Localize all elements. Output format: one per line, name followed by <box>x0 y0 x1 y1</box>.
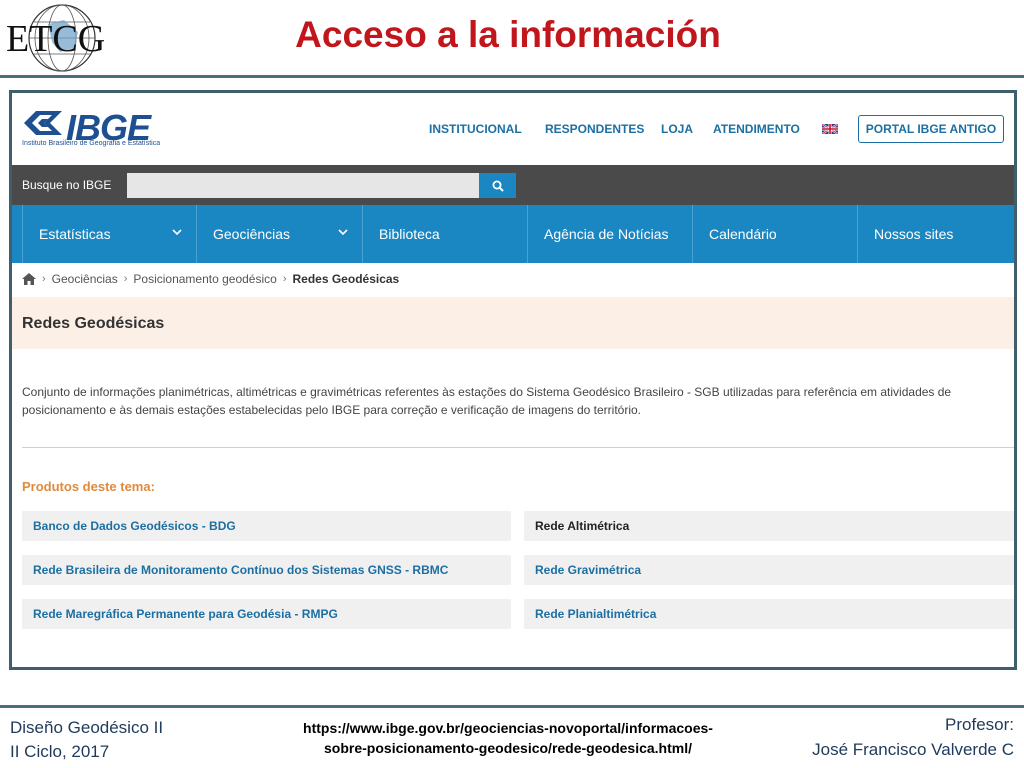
nav-institucional[interactable]: INSTITUCIONAL <box>429 115 522 143</box>
breadcrumb-current: Redes Geodésicas <box>292 272 400 286</box>
breadcrumb-separator-icon: › <box>123 273 128 285</box>
nav-biblioteca-label: Biblioteca <box>379 226 440 242</box>
nav-nossos-sites[interactable]: Nossos sites <box>858 205 1014 263</box>
nav-agencia-label: Agência de Notícias <box>544 226 669 242</box>
footer-professor-label: Profesor: <box>945 715 1014 734</box>
footer-professor-name: José Francisco Valverde C <box>812 740 1014 759</box>
footer-source-url[interactable]: https://www.ibge.gov.br/geociencias-novo… <box>250 718 766 758</box>
ibge-page-screenshot: IBGE Instituto Brasileiro de Geografia e… <box>9 90 1017 670</box>
portal-ibge-antigo-button[interactable]: PORTAL IBGE ANTIGO <box>858 115 1004 143</box>
chevron-down-icon <box>338 229 348 236</box>
home-icon[interactable] <box>22 273 36 285</box>
header-divider <box>0 75 1024 78</box>
footer-url-line1: https://www.ibge.gov.br/geociencias-novo… <box>303 720 713 736</box>
nav-calendario[interactable]: Calendário <box>693 205 858 263</box>
search-label: Busque no IBGE <box>22 178 112 192</box>
main-navigation: Estatísticas Geociências Biblioteca Agên… <box>12 205 1014 263</box>
footer-course: Diseño Geodésico II <box>10 718 164 737</box>
nav-agencia-de-noticias[interactable]: Agência de Notícias <box>528 205 693 263</box>
ibge-logo-subtitle: Instituto Brasileiro de Geografia e Esta… <box>22 140 161 147</box>
ibge-header: IBGE Instituto Brasileiro de Geografia e… <box>12 93 1014 165</box>
search-button[interactable] <box>479 173 516 198</box>
product-link-bdg[interactable]: Banco de Dados Geodésicos - BDG <box>22 511 511 541</box>
nav-loja[interactable]: LOJA <box>661 115 693 143</box>
footer-url-line2: sobre-posicionamento-geodesico/rede-geod… <box>324 740 692 756</box>
nav-calendario-label: Calendário <box>709 226 777 242</box>
search-bar: Busque no IBGE <box>12 165 1014 205</box>
product-link-rbmc[interactable]: Rede Brasileira de Monitoramento Contínu… <box>22 555 511 585</box>
product-link-rmpg[interactable]: Rede Maregráfica Permanente para Geodési… <box>22 599 511 629</box>
nav-atendimento[interactable]: ATENDIMENTO <box>713 115 800 143</box>
footer-divider <box>0 705 1024 708</box>
nav-geociencias[interactable]: Geociências <box>197 205 363 263</box>
content-divider <box>22 447 1014 448</box>
nav-respondentes[interactable]: RESPONDENTES <box>545 115 644 143</box>
breadcrumb-separator-icon: › <box>42 273 46 285</box>
slide: ETCG Acceso a la información IBGE Instit… <box>0 0 1024 768</box>
products-heading: Produtos deste tema: <box>22 479 155 494</box>
breadcrumb: › Geociências › Posicionamento geodésico… <box>22 269 399 289</box>
nav-geociencias-label: Geociências <box>213 226 291 242</box>
footer-professor: Profesor: José Francisco Valverde C <box>812 712 1014 762</box>
nav-estatisticas-label: Estatísticas <box>39 226 111 242</box>
breadcrumb-posicionamento[interactable]: Posicionamento geodésico <box>133 272 276 286</box>
chevron-down-icon <box>172 229 182 236</box>
product-link-rede-gravimetrica[interactable]: Rede Gravimétrica <box>524 555 1014 585</box>
ibge-logo-icon <box>24 111 62 135</box>
ibge-logo[interactable]: IBGE Instituto Brasileiro de Geografia e… <box>22 107 182 149</box>
page-description: Conjunto de informações planimétricas, a… <box>22 385 952 417</box>
search-icon <box>492 180 504 192</box>
breadcrumb-geociencias[interactable]: Geociências <box>52 272 118 286</box>
page-title: Redes Geodésicas <box>22 315 165 332</box>
slide-title: Acceso a la información <box>295 14 721 55</box>
nav-biblioteca[interactable]: Biblioteca <box>363 205 528 263</box>
product-link-rede-planialtimetrica[interactable]: Rede Planialtimétrica <box>524 599 1014 629</box>
page-title-band: Redes Geodésicas <box>12 297 1014 349</box>
footer-course-info: Diseño Geodésico II II Ciclo, 2017 <box>10 716 163 764</box>
product-rede-altimetrica[interactable]: Rede Altimétrica <box>524 511 1014 541</box>
breadcrumb-separator-icon: › <box>282 273 287 285</box>
search-input[interactable] <box>127 173 479 198</box>
nav-nossos-sites-label: Nossos sites <box>874 226 954 242</box>
nav-estatisticas[interactable]: Estatísticas <box>22 205 197 263</box>
slide-header: ETCG Acceso a la información <box>0 0 1024 78</box>
uk-flag-icon[interactable] <box>822 124 838 134</box>
footer-term: II Ciclo, 2017 <box>10 742 110 761</box>
